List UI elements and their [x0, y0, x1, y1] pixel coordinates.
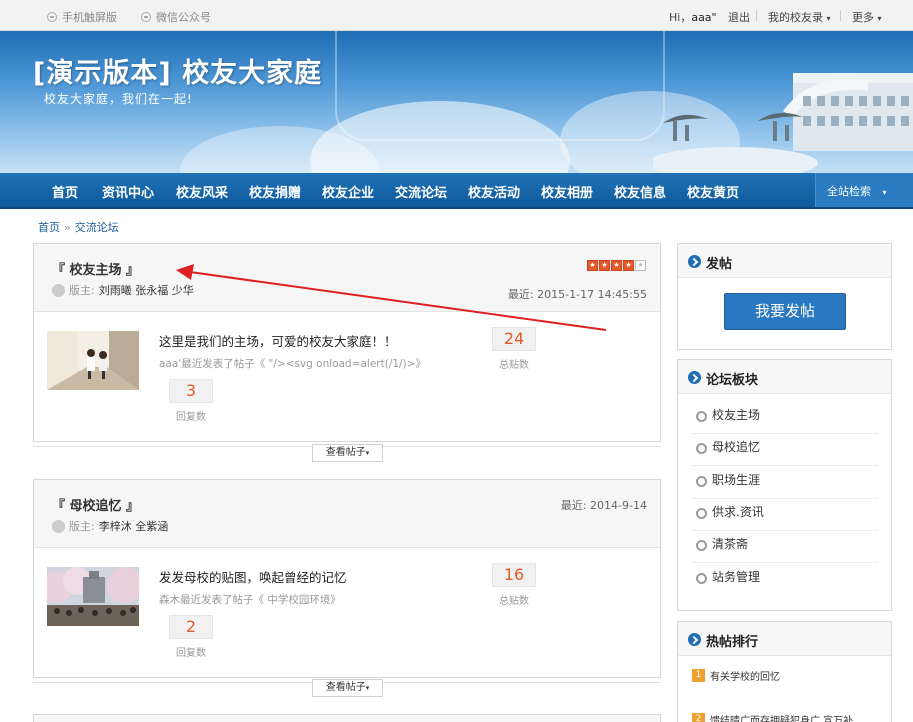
annotation-arrow	[176, 264, 607, 331]
